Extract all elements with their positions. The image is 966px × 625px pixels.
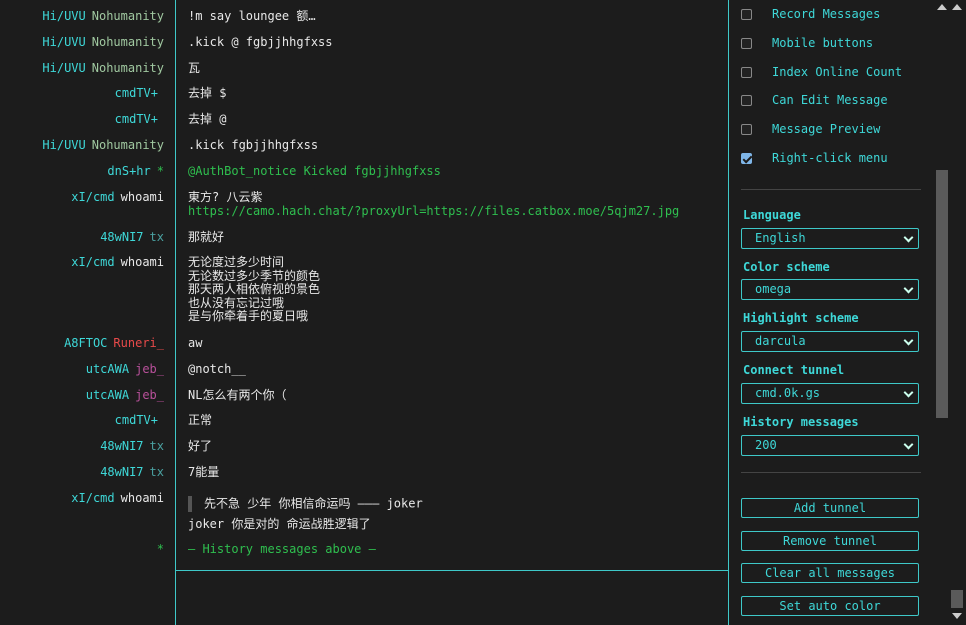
select-label: Language [743,208,801,222]
message-text: NL怎么有两个你（ [188,388,287,402]
message-nick[interactable]: 48wNI7 tx [100,465,164,480]
checkbox[interactable] [741,94,752,106]
settings-divider [741,189,921,190]
message-nick[interactable]: 48wNI7 tx [100,439,164,454]
checkbox-can-edit-message[interactable]: Can Edit Message [741,92,888,108]
select-value: English [755,231,806,245]
scrollbars [934,0,966,625]
message-nick[interactable]: Hi/UVU Nohumanity [42,61,164,76]
message-text: 好了 [188,439,213,453]
message-text: 東方? 八云紫 [188,190,263,204]
checkbox-message-preview[interactable]: Message Preview [741,121,880,137]
message-nick[interactable]: Hi/UVU Nohumanity [42,9,164,24]
checkbox-label: Mobile buttons [772,36,874,50]
message-text: @AuthBot_notice Kicked fgbjjhhgfxss [188,164,441,178]
chevron-down-icon [903,283,914,294]
color-scheme-select[interactable]: omega [741,279,919,300]
checkbox-label: Record Messages [772,7,881,21]
message-text: 去掉 @ [188,112,227,126]
message-nick[interactable]: cmdTV+ [115,413,164,428]
checkbox-right-click-menu[interactable]: Right-click menu [741,150,888,166]
message-text: 正常 [188,413,213,427]
checkbox[interactable] [741,66,752,78]
scroll-up-arrow-icon[interactable] [952,4,962,10]
checkbox[interactable] [741,123,752,135]
message-text: 那就好 [188,230,225,244]
select-label: Color scheme [743,260,830,274]
quote-bar [188,496,192,512]
message-nick[interactable]: cmdTV+ [115,112,164,127]
remove-tunnel-button[interactable]: Remove tunnel [741,531,919,551]
message-text: joker 你是对的 命运战胜逻辑了 [188,517,371,531]
message-text: .kick fgbjjhhgfxss [188,138,319,152]
checkbox-label: Can Edit Message [772,93,888,107]
scroll-up-arrow-icon[interactable] [937,4,947,10]
message-text: 无论数过多少季节的颜色 [188,268,321,283]
checkbox-label: Message Preview [772,122,881,136]
message-text: @notch__ [188,362,246,376]
message-link[interactable]: https://camo.hach.chat/?proxyUrl=https:/… [188,204,679,219]
select-value: darcula [755,334,806,348]
sidebar-scrollbar-thumb[interactable] [936,170,948,418]
quote-text: 先不急 少年 你相信命运吗 ——— joker [204,496,423,511]
add-tunnel-button[interactable]: Add tunnel [741,498,919,518]
message-text: aw [188,336,203,350]
message-nick[interactable]: 48wNI7 tx [100,230,164,245]
select-label: History messages [743,415,859,429]
chat-input[interactable] [176,571,728,625]
message-text: 去掉 $ [188,86,227,100]
clear-all-messages-button[interactable]: Clear all messages [741,563,919,583]
message-text: .kick @ fgbjjhhgfxss [188,35,333,49]
nick-column-divider [175,0,176,625]
message-nick[interactable]: utcAWA jeb_ [86,388,164,403]
message-nick[interactable]: xI/cmd whoami [71,190,164,205]
checkbox-checked[interactable] [741,152,752,164]
message-nick[interactable]: xI/cmd whoami [71,491,164,506]
select-label: Connect tunnel [743,363,845,377]
checkbox[interactable] [741,37,752,49]
message-text: 那天两人相依俯视的景色 [188,282,321,296]
select-value: cmd.0k.gs [755,386,821,400]
checkbox-record-messages[interactable]: Record Messages [741,6,880,22]
set-auto-color-button[interactable]: Set auto color [741,596,919,616]
message-nick[interactable]: cmdTV+ [115,86,164,101]
history-messages-select[interactable]: 200 [741,435,919,456]
message-text: 7能量 [188,465,220,479]
message-nick[interactable]: utcAWA jeb_ [86,362,164,377]
select-label: Highlight scheme [743,311,859,325]
message-quote: 先不急 少年 你相信命运吗 ——— joker [188,496,423,512]
settings-sidebar: Record Messages Mobile buttons Index Onl… [728,0,935,625]
scroll-down-arrow-icon[interactable] [952,613,962,619]
language-select[interactable]: English [741,228,919,249]
message-nick[interactable]: Hi/UVU Nohumanity [42,35,164,50]
message-text: 是与你牵着手的夏日哦 [188,309,309,323]
message-nick[interactable]: A8FTOC Runeri_ [64,336,164,351]
select-value: omega [755,282,792,296]
select-value: 200 [755,438,777,452]
chevron-down-icon [903,232,914,243]
message-nick: * [156,542,164,556]
checkbox-mobile-buttons[interactable]: Mobile buttons [741,35,873,51]
message-text: !m say loungee 额… [188,9,316,23]
message-text: 也从没有忘记过哦 [188,295,285,310]
connect-tunnel-select[interactable]: cmd.0k.gs [741,383,919,404]
checkbox[interactable] [741,8,752,20]
message-text: 无论度过多少时间 [188,255,285,269]
message-nick[interactable]: Hi/UVU Nohumanity [42,138,164,153]
message-nick[interactable]: dnS+hr * [107,164,164,179]
chevron-down-icon [903,387,914,398]
chevron-down-icon [903,335,914,346]
page-scrollbar-thumb[interactable] [951,590,963,608]
settings-divider [741,472,921,473]
message-text: 瓦 [188,61,201,75]
chat-panel: Hi/UVU Nohumanity !m say loungee 额… Hi/UV… [0,0,728,625]
highlight-scheme-select[interactable]: darcula [741,331,919,352]
checkbox-label: Right-click menu [772,151,888,165]
chevron-down-icon [903,439,914,450]
checkbox-index-online-count[interactable]: Index Online Count [741,64,902,80]
checkbox-label: Index Online Count [772,65,903,79]
message-nick[interactable]: xI/cmd whoami [71,255,164,270]
history-divider-text: — History messages above — [188,542,376,556]
